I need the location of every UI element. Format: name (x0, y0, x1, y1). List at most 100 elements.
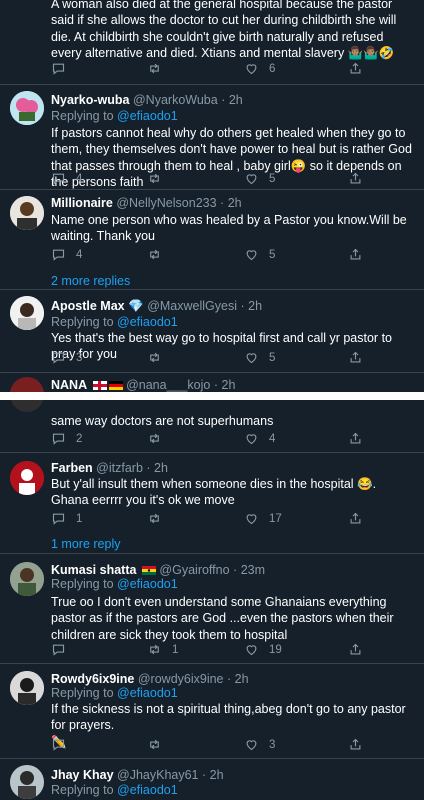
tweet-continued[interactable]: same way doctors are not superhumans 2 4 (0, 400, 424, 452)
share-button[interactable] (348, 511, 363, 526)
retweet-icon (147, 737, 162, 752)
timestamp[interactable]: 2h (222, 378, 236, 392)
display-name[interactable]: Nyarko-wuba (51, 93, 130, 107)
tweet-jhay-khay[interactable]: Jhay Khay @JhayKhay61 · 2h Replying to @… (0, 759, 424, 800)
avatar[interactable] (10, 671, 44, 705)
share-icon (348, 737, 363, 752)
replying-label: Replying to (51, 783, 114, 797)
share-icon (348, 61, 363, 76)
avatar[interactable] (10, 765, 44, 799)
timestamp[interactable]: 2h (235, 672, 249, 686)
retweet-button[interactable] (147, 171, 172, 186)
reply-button[interactable]: 2 (51, 431, 82, 446)
retweet-button[interactable] (147, 737, 172, 752)
user-handle[interactable]: @MaxwellGyesi (147, 299, 237, 313)
share-button[interactable] (348, 350, 363, 365)
retweet-button[interactable] (147, 247, 172, 262)
timestamp[interactable]: 23m (241, 563, 265, 577)
avatar[interactable] (10, 562, 44, 596)
display-name[interactable]: Farben (51, 461, 93, 475)
flag-icon (91, 378, 123, 392)
display-name[interactable]: NANA (51, 378, 87, 392)
heart-icon (244, 350, 259, 365)
share-button[interactable] (348, 737, 363, 752)
timestamp[interactable]: 2h (154, 461, 168, 475)
share-button[interactable] (348, 247, 363, 262)
mention-link[interactable]: @efiaodo1 (117, 686, 178, 700)
like-button[interactable]: 3 (244, 737, 275, 752)
avatar[interactable] (10, 91, 44, 125)
retweet-button[interactable] (147, 61, 172, 76)
like-button[interactable]: 5 (244, 247, 275, 262)
display-name[interactable]: Kumasi shatta (51, 563, 136, 577)
tweet-apostle-max[interactable]: Apostle Max 💎 @MaxwellGyesi · 2h Replyin… (0, 290, 424, 372)
more-replies-link[interactable]: 2 more replies (51, 274, 130, 288)
tweet-farben[interactable]: Farben @itzfarb · 2h But y'all insult th… (0, 453, 424, 553)
tweet-text: True oo I don't even understand some Gha… (51, 595, 394, 642)
like-button[interactable]: 17 (244, 511, 282, 526)
like-count: 6 (269, 62, 276, 75)
like-button[interactable]: 4 (244, 431, 275, 446)
display-name[interactable]: Apostle Max (51, 299, 125, 313)
like-button[interactable]: 5 (244, 350, 275, 365)
share-button[interactable] (348, 642, 363, 657)
like-button[interactable]: 19 (244, 642, 282, 657)
user-handle[interactable]: @NyarkoWuba (133, 93, 218, 107)
tweet-text: same way doctors are not superhumans (51, 414, 274, 428)
reply-count: 4 (76, 248, 83, 261)
timestamp[interactable]: 2h (210, 768, 224, 782)
mention-link[interactable]: @efiaodo1 (117, 577, 178, 591)
retweet-button[interactable] (147, 350, 172, 365)
comment-icon (51, 171, 66, 186)
avatar[interactable] (10, 196, 44, 230)
timestamp[interactable]: 2h (248, 299, 262, 313)
share-button[interactable] (348, 61, 363, 76)
retweet-button[interactable] (147, 511, 172, 526)
share-button[interactable] (348, 431, 363, 446)
reply-button[interactable] (51, 642, 76, 657)
retweet-button[interactable] (147, 431, 172, 446)
more-replies-link[interactable]: 1 more reply (51, 537, 120, 551)
retweet-button[interactable]: 1 (147, 642, 178, 657)
like-button[interactable]: 5 (244, 171, 275, 186)
tweet-rowdy6ix9ine[interactable]: Rowdy6ix9ine @rowdy6ix9ine · 2h Replying… (0, 664, 424, 758)
diamond-badge-icon: 💎 (128, 299, 144, 313)
share-icon (348, 350, 363, 365)
mention-link[interactable]: @efiaodo1 (117, 315, 178, 329)
reply-button[interactable] (51, 737, 76, 752)
user-handle[interactable]: @Gyairoffno (159, 563, 229, 577)
tweet-millionaire[interactable]: Millionaire @NellyNelson233 · 2h Name on… (0, 190, 424, 289)
avatar[interactable] (10, 377, 44, 392)
reply-button[interactable] (51, 61, 76, 76)
tweet-kumasi-shatta[interactable]: Kumasi shatta @Gyairoffno · 23m Replying… (0, 554, 424, 663)
avatar[interactable] (10, 461, 44, 495)
mention-link[interactable]: @efiaodo1 (117, 109, 178, 123)
tweet-top[interactable]: A woman also died at the general hospita… (0, 0, 424, 84)
reply-button[interactable]: 4 (51, 171, 82, 186)
avatar[interactable] (10, 400, 44, 412)
tweet-actions: 1 17 (51, 511, 411, 529)
timestamp[interactable]: 2h (228, 196, 242, 210)
reply-button[interactable]: 3 (51, 350, 82, 365)
replying-to: Replying to @efiaodo1 (51, 576, 178, 592)
display-name[interactable]: Millionaire (51, 196, 113, 210)
reply-button[interactable]: 4 (51, 247, 82, 262)
ghana-flag-icon (140, 563, 156, 577)
avatar[interactable] (10, 296, 44, 330)
reply-button[interactable]: 1 (51, 511, 82, 526)
tweet-nyarko-wuba[interactable]: Nyarko-wuba @NyarkoWuba · 2h Replying to… (0, 85, 424, 189)
user-handle[interactable]: @nana___kojo (126, 378, 210, 392)
share-button[interactable] (348, 171, 363, 186)
tweet-nana[interactable]: NANA @nana___kojo · 2h (0, 373, 424, 392)
display-name[interactable]: Rowdy6ix9ine (51, 672, 134, 686)
display-name[interactable]: Jhay Khay (51, 768, 114, 782)
emoji: 🤷🏽‍♂️🤷🏽‍♂️🤣 (347, 45, 395, 60)
user-handle[interactable]: @rowdy6ix9ine (138, 672, 224, 686)
user-handle[interactable]: @itzfarb (96, 461, 143, 475)
timestamp[interactable]: 2h (229, 93, 243, 107)
user-handle[interactable]: @JhayKhay61 (117, 768, 199, 782)
mention-link[interactable]: @efiaodo1 (117, 783, 178, 797)
user-handle[interactable]: @NellyNelson233 (116, 196, 216, 210)
like-button[interactable]: 6 (244, 61, 275, 76)
share-icon (348, 511, 363, 526)
